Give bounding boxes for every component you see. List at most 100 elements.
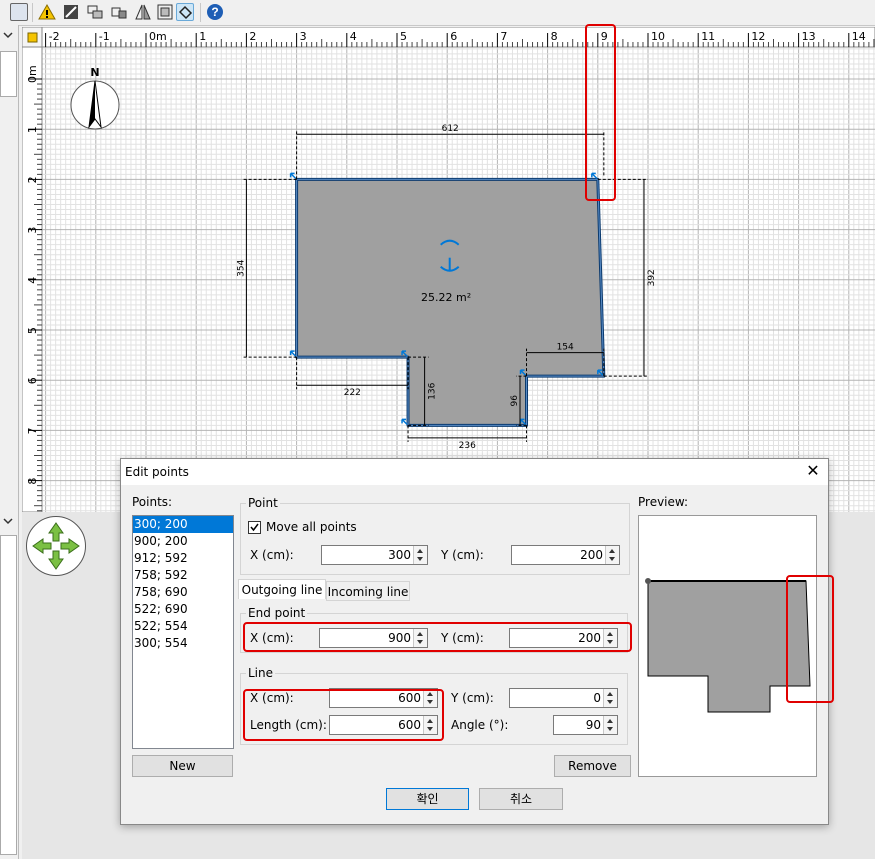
list-item[interactable]: 522; 554 xyxy=(133,618,233,635)
tab-incoming-line[interactable]: Incoming line xyxy=(326,581,410,601)
help-icon[interactable]: ? xyxy=(206,3,224,21)
spinner-icon[interactable] xyxy=(603,689,617,707)
ruler-top-label: -2 xyxy=(49,30,60,43)
angle-label: Angle (°): xyxy=(451,718,509,732)
move-all-label: Move all points xyxy=(266,520,357,534)
list-item[interactable]: 758; 690 xyxy=(133,584,233,601)
ruler-top-label: 3 xyxy=(300,30,307,43)
list-item[interactable]: 522; 690 xyxy=(133,601,233,618)
new-button[interactable]: New xyxy=(132,755,233,777)
list-item[interactable]: 900; 200 xyxy=(133,533,233,550)
left-panel xyxy=(0,25,19,859)
dialog-title: Edit points xyxy=(125,465,189,479)
create-dimensions-icon[interactable] xyxy=(110,3,128,21)
point-x-field[interactable]: 300 xyxy=(321,545,428,565)
chevron-down-icon[interactable] xyxy=(2,515,14,527)
create-rooms-icon[interactable] xyxy=(86,3,104,21)
ruler-top-label: 0m xyxy=(149,30,167,43)
angle-field[interactable]: 90 xyxy=(553,715,618,735)
ruler-top-label: 8 xyxy=(551,30,558,43)
list-item[interactable]: 300; 554 xyxy=(133,635,233,652)
move-all-checkbox[interactable] xyxy=(248,521,261,534)
spinner-icon[interactable] xyxy=(605,546,619,564)
end-point-group-title: End point xyxy=(246,606,308,620)
cancel-button[interactable]: 취소 xyxy=(479,788,563,810)
plan-view[interactable]: -2 -1 0m 1 2 3 4 5 6 7 8 9 10 11 12 13 14 0m 1 2 3 4 5 6 7 8 N 612 3… xyxy=(22,27,875,512)
navigation-arrows-icon[interactable] xyxy=(26,516,86,576)
points-list[interactable]: 300; 200 900; 200 912; 592 758; 592 758; 690… xyxy=(132,515,234,749)
room-area-label: 25.22 m² xyxy=(421,291,472,304)
dimension-label-bottom-left: 222 xyxy=(344,388,361,398)
point-x-label: X (cm): xyxy=(250,548,294,562)
close-icon[interactable]: ✕ xyxy=(804,462,822,480)
line-group-title: Line xyxy=(246,666,276,680)
side-panel xyxy=(0,535,17,855)
angle-value: 90 xyxy=(585,718,601,732)
point-y-label: Y (cm): xyxy=(441,548,484,562)
list-item[interactable]: 300; 200 xyxy=(133,516,233,533)
dimension-label-bottom-width: 236 xyxy=(459,441,476,451)
list-item[interactable]: 912; 592 xyxy=(133,550,233,567)
tab-outgoing-line[interactable]: Outgoing line xyxy=(238,579,326,599)
spinner-icon[interactable] xyxy=(603,716,617,734)
ruler-top-label: 6 xyxy=(450,30,457,43)
ruler-top-label: 4 xyxy=(350,30,357,43)
list-item[interactable]: 758; 592 xyxy=(133,567,233,584)
ruler-top-label: 2 xyxy=(249,30,256,43)
dimension-label-notch-right-width: 154 xyxy=(557,343,574,353)
plan-view-icon[interactable] xyxy=(10,3,28,21)
highlight-box xyxy=(243,622,632,652)
ruler-left-label: 1 xyxy=(26,126,39,133)
chevron-down-icon[interactable] xyxy=(2,29,14,41)
plan-canvas[interactable]: -2 -1 0m 1 2 3 4 5 6 7 8 9 10 11 12 13 140m12345678N6123… xyxy=(22,27,875,512)
line-y-field[interactable]: 0 xyxy=(509,688,618,708)
ruler-top-label: 13 xyxy=(802,30,816,43)
remove-button[interactable]: Remove xyxy=(554,755,631,777)
dimension-label-notch-right-height: 96 xyxy=(510,395,520,407)
point-group-title: Point xyxy=(246,496,280,510)
edit-points-icon[interactable] xyxy=(176,3,194,21)
ruler-left-label: 2 xyxy=(26,176,39,183)
ruler-top-label: 11 xyxy=(701,30,715,43)
side-list[interactable] xyxy=(0,51,17,97)
toolbar: ? xyxy=(0,0,875,26)
ruler-left-label: 3 xyxy=(26,227,39,234)
compass-label: N xyxy=(90,66,99,79)
ruler-left-label: 4 xyxy=(26,277,39,284)
edit-points-dialog: Edit points ✕ Points: 300; 200 900; 200 91… xyxy=(120,458,834,825)
ruler-top-label: 5 xyxy=(400,30,407,43)
lock-icon xyxy=(27,32,38,43)
preview-label: Preview: xyxy=(638,495,689,509)
highlight-box xyxy=(585,24,616,201)
highlight-box xyxy=(243,689,444,741)
dimension-label-left-height: 354 xyxy=(236,259,246,276)
line-y-label: Y (cm): xyxy=(451,691,494,705)
ruler-left-label: 0m xyxy=(26,65,39,83)
ruler-left-label: 6 xyxy=(26,377,39,384)
dimension-label-right-height: 392 xyxy=(647,269,657,286)
ruler-top-label: 14 xyxy=(852,30,866,43)
ruler-top-label: 7 xyxy=(500,30,507,43)
toolbar-separator xyxy=(32,3,33,22)
ok-button[interactable]: 확인 xyxy=(386,788,469,810)
point-x-value: 300 xyxy=(388,548,411,562)
text-icon[interactable] xyxy=(156,3,174,21)
warning-icon[interactable] xyxy=(38,3,56,21)
points-label: Points: xyxy=(132,495,173,509)
ruler-top-label: -1 xyxy=(99,30,110,43)
flip-icon[interactable] xyxy=(134,3,152,21)
svg-text:?: ? xyxy=(211,5,218,19)
ruler-left-label: 7 xyxy=(26,427,39,434)
line-y-value: 0 xyxy=(593,691,601,705)
ruler-top-label: 1 xyxy=(199,30,206,43)
create-walls-icon[interactable] xyxy=(62,3,80,21)
point-y-value: 200 xyxy=(580,548,603,562)
toolbar-separator xyxy=(200,3,201,22)
ruler-left-label: 8 xyxy=(26,478,39,485)
ruler-top-label: 10 xyxy=(651,30,665,43)
ruler-left-label: 5 xyxy=(26,327,39,334)
point-y-field[interactable]: 200 xyxy=(511,545,620,565)
spinner-icon[interactable] xyxy=(413,546,427,564)
dialog-titlebar: Edit points ✕ xyxy=(121,459,828,485)
ruler-top-label: 12 xyxy=(751,30,765,43)
